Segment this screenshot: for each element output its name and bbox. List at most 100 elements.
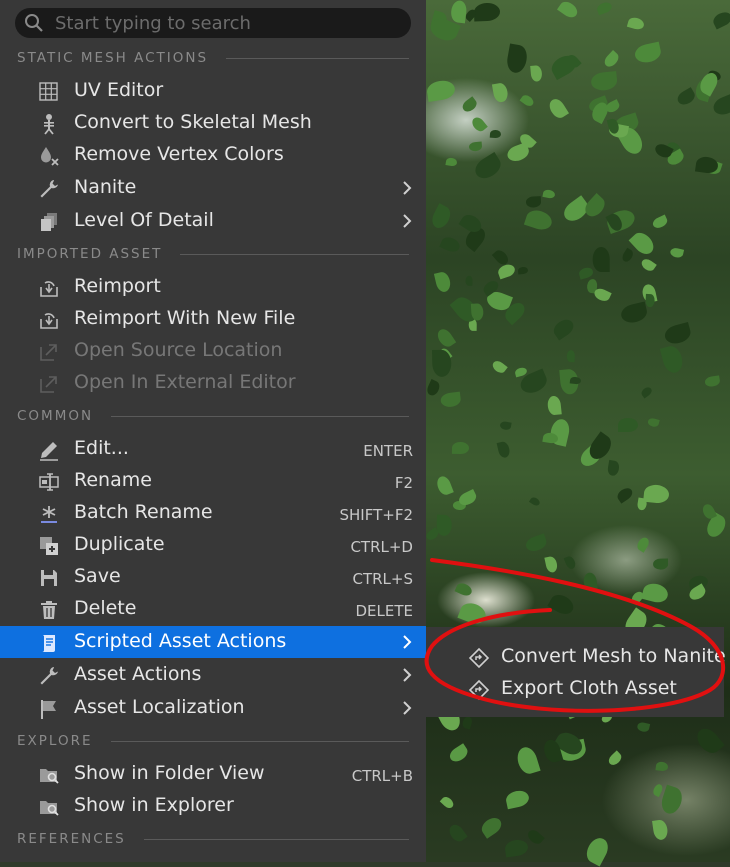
foliage-leaf bbox=[563, 554, 578, 570]
foliage-leaf bbox=[633, 41, 663, 65]
menu-item-label: Export Cloth Asset bbox=[501, 677, 677, 699]
shortcut-label: SHIFT+F2 bbox=[339, 506, 414, 524]
foliage-leaf bbox=[449, 0, 468, 24]
folder-search-icon bbox=[40, 769, 59, 784]
menu-item-save[interactable]: Save CTRL+S bbox=[0, 561, 426, 593]
foliage-leaf bbox=[434, 325, 457, 350]
menu-item-label: Scripted Asset Actions bbox=[74, 630, 287, 652]
foliage-leaf bbox=[645, 293, 655, 307]
section-explore: EXPLORE bbox=[17, 731, 409, 751]
section-common: COMMON bbox=[17, 406, 409, 426]
menu-item-delete[interactable]: Delete DELETE bbox=[0, 593, 426, 625]
foliage-leaf bbox=[499, 421, 513, 431]
menu-item-label: Asset Localization bbox=[74, 696, 245, 718]
menu-item-show-in-explorer[interactable]: Show in Explorer bbox=[0, 790, 426, 822]
divider bbox=[110, 740, 409, 742]
menu-item-edit[interactable]: Edit... ENTER bbox=[0, 433, 426, 465]
foliage-leaf bbox=[436, 514, 453, 536]
chevron-right-icon bbox=[403, 701, 412, 715]
menu-item-asset-localization[interactable]: Asset Localization bbox=[0, 692, 426, 724]
rename-icon bbox=[39, 473, 59, 491]
menu-item-label: Nanite bbox=[74, 176, 137, 198]
foliage-leaf bbox=[551, 316, 577, 340]
trash-icon bbox=[41, 601, 57, 619]
open-external-icon bbox=[40, 376, 57, 393]
foliage-leaf bbox=[651, 818, 669, 842]
foliage-leaf bbox=[490, 129, 502, 139]
menu-item-scripted-asset-actions[interactable]: Scripted Asset Actions bbox=[0, 626, 426, 658]
foliage-leaf bbox=[652, 558, 668, 570]
foliage-leaf bbox=[525, 196, 542, 208]
menu-item-label: Convert Mesh to Nanite bbox=[501, 645, 726, 667]
foliage-leaf bbox=[524, 532, 549, 554]
menu-item-label: Delete bbox=[74, 597, 137, 619]
menu-item-nanite[interactable]: Nanite bbox=[0, 172, 426, 204]
wrench-icon bbox=[40, 667, 58, 685]
menu-item-rename[interactable]: Rename F2 bbox=[0, 465, 426, 497]
foliage-leaf bbox=[547, 590, 578, 618]
foliage-leaf bbox=[426, 79, 457, 103]
foliage-leaf bbox=[659, 344, 685, 376]
script-icon bbox=[42, 635, 55, 652]
menu-item-label: Edit... bbox=[74, 437, 129, 459]
search-input[interactable] bbox=[53, 10, 397, 36]
foliage-leaf bbox=[592, 247, 610, 273]
foliage-leaf bbox=[439, 795, 456, 811]
foliage-leaf bbox=[523, 207, 555, 233]
context-menu: STATIC MESH ACTIONS UV Editor Convert to… bbox=[0, 0, 426, 862]
foliage-leaf bbox=[514, 744, 541, 776]
section-references: REFERENCES bbox=[17, 829, 409, 849]
chevron-right-icon bbox=[403, 181, 412, 195]
foliage-leaf bbox=[596, 0, 614, 16]
foliage-leaf bbox=[478, 814, 505, 839]
search-box[interactable] bbox=[15, 8, 411, 38]
foliage-leaf bbox=[662, 321, 693, 346]
menu-item-uv-editor[interactable]: UV Editor bbox=[0, 75, 426, 107]
folder-search-icon bbox=[40, 801, 59, 816]
menu-item-label: Rename bbox=[74, 469, 152, 491]
menu-item-convert-to-skeletal-mesh[interactable]: Convert to Skeletal Mesh bbox=[0, 107, 426, 139]
foliage-leaf bbox=[524, 826, 545, 847]
foliage-leaf bbox=[471, 303, 484, 321]
menu-item-reimport[interactable]: Reimport bbox=[0, 271, 426, 303]
chevron-right-icon bbox=[403, 214, 412, 228]
foliage-leaf bbox=[606, 750, 624, 768]
menu-item-duplicate[interactable]: Duplicate CTRL+D bbox=[0, 529, 426, 561]
foliage-leaf bbox=[454, 581, 475, 599]
foliage-leaf bbox=[642, 483, 670, 504]
foliage-leaf bbox=[640, 580, 670, 605]
menu-item-batch-rename[interactable]: Batch Rename SHIFT+F2 bbox=[0, 497, 426, 529]
reimport-icon bbox=[40, 281, 58, 297]
scripted-asset-actions-submenu: Convert Mesh to Nanite Export Cloth Asse… bbox=[426, 627, 726, 717]
foliage-leaf bbox=[529, 495, 542, 508]
menu-item-label: Level Of Detail bbox=[74, 209, 214, 231]
menu-item-remove-vertex-colors[interactable]: Remove Vertex Colors bbox=[0, 139, 426, 171]
save-icon bbox=[41, 570, 57, 586]
menu-item-reimport-with-new-file[interactable]: Reimport With New File bbox=[0, 303, 426, 335]
foliage-leaf bbox=[615, 485, 636, 505]
foliage-leaf bbox=[439, 234, 462, 255]
skeleton-icon bbox=[44, 114, 54, 135]
foliage-leaf bbox=[474, 2, 501, 21]
divider bbox=[111, 415, 409, 417]
diamond-arrow-icon bbox=[468, 647, 490, 669]
submenu-item-export-cloth-asset[interactable]: Export Cloth Asset bbox=[426, 673, 724, 705]
menu-item-level-of-detail[interactable]: Level Of Detail bbox=[0, 205, 426, 237]
section-imported-asset: IMPORTED ASSET bbox=[17, 244, 409, 264]
menu-item-asset-actions[interactable]: Asset Actions bbox=[0, 659, 426, 691]
foliage-leaf bbox=[626, 16, 646, 32]
menu-item-label: Show in Folder View bbox=[74, 762, 265, 784]
menu-item-label: Convert to Skeletal Mesh bbox=[74, 111, 312, 133]
menu-item-label: Show in Explorer bbox=[74, 794, 234, 816]
foliage-leaf bbox=[446, 822, 468, 845]
submenu-item-convert-mesh-to-nanite[interactable]: Convert Mesh to Nanite bbox=[426, 641, 726, 673]
foliage-leaf bbox=[547, 97, 569, 121]
foliage-leaf bbox=[620, 248, 636, 265]
foliage-leaf bbox=[517, 266, 528, 275]
batch-rename-icon bbox=[41, 506, 57, 523]
foliage-leaf bbox=[425, 379, 442, 398]
foliage-leaf bbox=[504, 838, 530, 858]
menu-item-show-in-folder-view[interactable]: Show in Folder View CTRL+B bbox=[0, 758, 426, 790]
menu-item-label: Open In External Editor bbox=[74, 371, 296, 393]
foliage-leaf bbox=[492, 82, 509, 104]
